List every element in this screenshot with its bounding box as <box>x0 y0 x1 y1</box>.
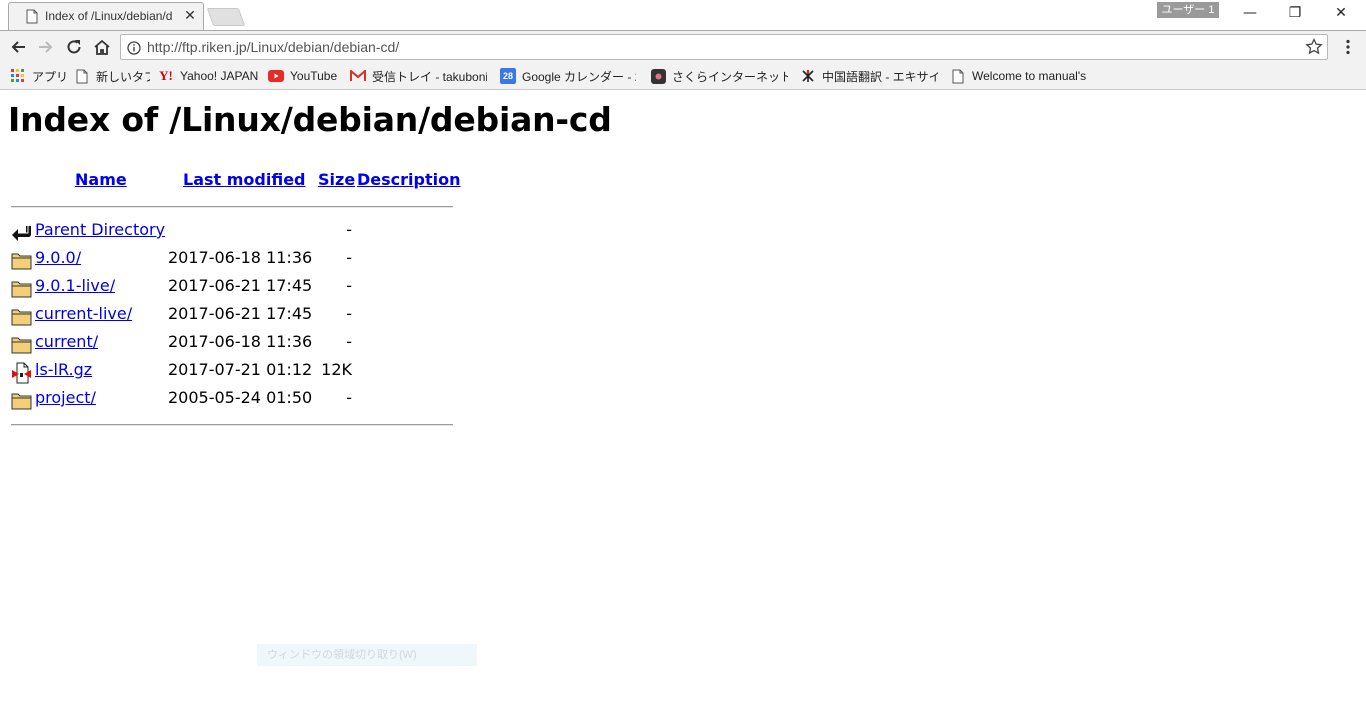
restore-button[interactable]: ❐ <box>1275 2 1315 24</box>
page-icon <box>26 9 38 28</box>
bookmark-label: 中国語翻訳 - エキサイト <box>822 69 938 84</box>
bookmark-label: Yahoo! JAPAN <box>180 69 259 83</box>
file-date: 2017-06-18 11:36 <box>168 332 313 351</box>
bookmarks-bar: アプリ 新しいタブ Y! Yahoo! JAPAN YouTube 受信トレイ … <box>0 63 1366 90</box>
divider <box>11 206 453 208</box>
file-link[interactable]: current-live/ <box>35 304 132 323</box>
listing-row: current-live/ 2017-06-21 17:45 - <box>0 304 460 328</box>
forward-arrow-icon <box>39 41 53 53</box>
browser-menu-button[interactable] <box>1338 37 1358 57</box>
divider <box>11 424 453 426</box>
file-link[interactable]: 9.0.1-live/ <box>35 276 115 295</box>
folder-icon <box>11 278 32 298</box>
column-header-last-modified[interactable]: Last modified <box>183 170 306 189</box>
gmail-icon <box>350 68 366 84</box>
bookmark-new-tab[interactable]: 新しいタブ <box>74 67 150 85</box>
bookmark-excite[interactable]: 中国語翻訳 - エキサイト <box>800 67 938 85</box>
column-header-size[interactable]: Size <box>318 170 355 189</box>
file-link[interactable]: ls-lR.gz <box>35 360 92 379</box>
bookmark-label: 受信トレイ - takuboni <box>372 69 487 84</box>
excite-icon <box>800 68 816 84</box>
file-link[interactable]: 9.0.0/ <box>35 248 81 267</box>
url-text[interactable]: http://ftp.riken.jp/Linux/debian/debian-… <box>147 39 1297 55</box>
bookmark-yahoo[interactable]: Y! Yahoo! JAPAN <box>158 67 260 85</box>
bookmark-label: Google カレンダー - 20 <box>522 69 636 84</box>
bookmark-label: さくらインターネットサーバ <box>672 69 788 84</box>
listing-row: project/ 2005-05-24 01:50 - <box>0 388 460 412</box>
info-icon[interactable] <box>127 40 141 59</box>
home-icon <box>94 39 110 55</box>
bookmark-label: 新しいタブ <box>96 69 150 84</box>
tab-title: Index of /Linux/debian/d <box>45 9 173 23</box>
file-date: 2005-05-24 01:50 <box>168 388 313 407</box>
back-button[interactable] <box>7 36 29 58</box>
bookmark-sakura[interactable]: さくらインターネットサーバ <box>650 67 788 85</box>
file-size: - <box>346 332 352 351</box>
bookmark-gmail[interactable]: 受信トレイ - takuboni <box>350 67 487 85</box>
file-date: 2017-06-18 11:36 <box>168 248 313 267</box>
file-link[interactable]: Parent Directory <box>35 220 165 239</box>
snip-tooltip: ウィンドウの領域切り取り(W) <box>257 644 477 666</box>
page-title: Index of /Linux/debian/debian-cd <box>8 100 612 139</box>
file-date: 2017-06-21 17:45 <box>168 304 313 323</box>
calendar-icon: 28 <box>500 68 516 84</box>
bookmark-youtube[interactable]: YouTube <box>268 67 342 85</box>
file-link[interactable]: current/ <box>35 332 98 351</box>
file-size: 12K <box>321 360 352 379</box>
bookmark-manual[interactable]: Welcome to manual's <box>950 67 1088 85</box>
reload-button[interactable] <box>63 36 85 58</box>
page-icon <box>74 68 90 84</box>
parent-directory-icon <box>11 222 32 242</box>
file-size: - <box>346 276 352 295</box>
browser-tab[interactable]: Index of /Linux/debian/d ✕ <box>8 2 204 30</box>
folder-icon <box>11 250 32 270</box>
new-tab-button[interactable] <box>206 8 246 26</box>
listing-row: current/ 2017-06-18 11:36 - <box>0 332 460 356</box>
listing-row: 9.0.1-live/ 2017-06-21 17:45 - <box>0 276 460 300</box>
tab-close-icon[interactable]: ✕ <box>183 7 197 25</box>
page-content: Index of /Linux/debian/debian-cd Name La… <box>0 90 1366 728</box>
window-close-button[interactable]: ✕ <box>1321 2 1361 24</box>
column-header-description[interactable]: Description <box>357 170 460 189</box>
bookmark-label: Welcome to manual's <box>972 69 1087 83</box>
bookmark-google-calendar[interactable]: 28 Google カレンダー - 20 <box>500 67 636 85</box>
forward-button[interactable] <box>35 36 57 58</box>
file-date: 2017-06-21 17:45 <box>168 276 313 295</box>
page-icon <box>950 68 966 84</box>
file-date: 2017-07-21 01:12 <box>168 360 313 379</box>
folder-icon <box>11 306 32 326</box>
reload-icon <box>67 40 81 54</box>
browser-toolbar: http://ftp.riken.jp/Linux/debian/debian-… <box>0 30 1366 64</box>
youtube-icon <box>268 68 284 84</box>
profile-badge[interactable]: ユーザー 1 <box>1157 2 1219 18</box>
back-arrow-icon <box>11 41 25 53</box>
listing-row: 9.0.0/ 2017-06-18 11:36 - <box>0 248 460 272</box>
bookmark-label: YouTube <box>290 69 338 83</box>
sakura-icon <box>650 68 666 84</box>
bookmark-label: アプリ <box>32 69 68 84</box>
file-size: - <box>346 248 352 267</box>
listing-row: Parent Directory - <box>0 220 460 244</box>
yahoo-icon: Y! <box>159 68 173 83</box>
listing-row: ls-lR.gz 2017-07-21 01:12 12K <box>0 360 460 384</box>
compressed-file-icon <box>11 362 32 384</box>
kebab-menu-icon <box>1346 39 1350 55</box>
apps-grid-icon <box>10 68 26 84</box>
folder-icon <box>11 334 32 354</box>
file-size: - <box>346 220 352 239</box>
file-link[interactable]: project/ <box>35 388 96 407</box>
column-header-name[interactable]: Name <box>75 170 127 189</box>
minimize-button[interactable]: — <box>1230 2 1270 24</box>
address-bar[interactable]: http://ftp.riken.jp/Linux/debian/debian-… <box>120 34 1328 60</box>
folder-icon <box>11 390 32 410</box>
bookmark-star-icon[interactable] <box>1305 37 1323 60</box>
home-button[interactable] <box>91 36 113 58</box>
bookmark-apps[interactable]: アプリ <box>10 67 68 85</box>
tab-strip: Index of /Linux/debian/d ✕ ユーザー 1 — ❐ ✕ <box>0 0 1366 30</box>
file-size: - <box>346 388 352 407</box>
file-size: - <box>346 304 352 323</box>
